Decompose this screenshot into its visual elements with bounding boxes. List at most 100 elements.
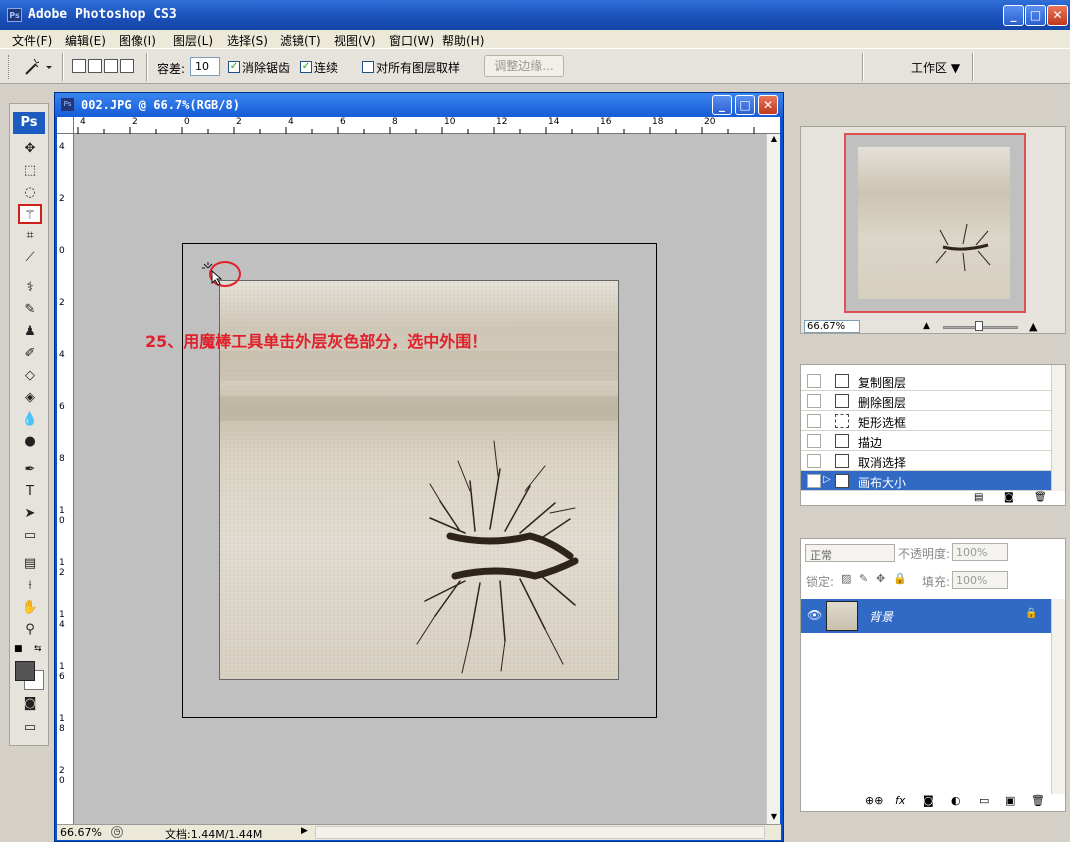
layer-name[interactable]: 背景 (869, 608, 893, 625)
menu-edit[interactable]: 编辑(E) (65, 32, 106, 49)
path-selection-icon[interactable]: ➤ (18, 504, 42, 524)
history-item[interactable]: 取消选择 (801, 451, 1051, 471)
lasso-tool-icon[interactable]: ◌ (18, 183, 42, 203)
move-tool-icon[interactable]: ✥ (18, 139, 42, 159)
status-menu-arrow-icon[interactable]: ▶ (301, 826, 308, 836)
toolbox-ps-logo[interactable]: Ps (13, 112, 45, 134)
link-layers-icon[interactable]: ⊕⊕ (865, 794, 883, 807)
layers-scrollbar[interactable] (1051, 599, 1065, 794)
history-snapshot-box[interactable] (807, 374, 821, 388)
horizontal-ruler[interactable]: 4 2 0 2 4 6 8 10 12 14 16 18 20 (74, 117, 780, 134)
menu-view[interactable]: 视图(V) (334, 32, 376, 49)
eye-visibility-icon[interactable]: 👁 (807, 608, 822, 622)
document-vertical-scrollbar[interactable]: ▲ ▼ (766, 134, 780, 824)
blend-mode-select[interactable]: 正常 (805, 544, 895, 562)
navigator-zoom-input[interactable]: 66.67% (804, 320, 860, 333)
lock-position-icon[interactable]: ✥ (876, 572, 885, 585)
healing-brush-icon[interactable]: ⚕ (18, 278, 42, 298)
delete-state-icon[interactable]: 🗑 (1034, 492, 1047, 503)
slice-tool-icon[interactable]: ⟋ (18, 248, 42, 268)
tolerance-input[interactable]: 10 (190, 57, 220, 76)
menu-select[interactable]: 选择(S) (227, 32, 268, 49)
tool-preset-picker[interactable] (20, 56, 54, 78)
status-zoom[interactable]: 66.67% (60, 826, 102, 839)
refine-edge-button[interactable]: 调整边缘... (484, 55, 564, 77)
new-group-icon[interactable]: ▭ (979, 794, 989, 807)
history-item[interactable]: 复制图层 (801, 371, 1051, 391)
history-brush-icon[interactable]: ✐ (18, 344, 42, 364)
scroll-up-icon[interactable]: ▲ (768, 134, 780, 146)
antialias-checkbox[interactable]: ✓ (228, 61, 240, 73)
new-layer-icon[interactable]: ▣ (1005, 794, 1015, 807)
doc-maximize-button[interactable]: □ (735, 95, 755, 115)
eyedropper-icon[interactable]: ⟊ (18, 576, 42, 596)
minimize-button[interactable]: _ (1003, 5, 1024, 26)
close-button[interactable]: ✕ (1047, 5, 1068, 26)
shape-tool-icon[interactable]: ▭ (18, 526, 42, 546)
history-state-slider-icon[interactable]: ▷ (823, 474, 831, 485)
type-tool-icon[interactable]: T (18, 482, 42, 502)
hand-tool-icon[interactable]: ✋ (18, 598, 42, 618)
contiguous-checkbox[interactable]: ✓ (300, 61, 312, 73)
history-snapshot-box[interactable] (807, 434, 821, 448)
menu-window[interactable]: 窗口(W) (389, 32, 434, 49)
new-snapshot-icon[interactable]: ◙ (1004, 492, 1014, 503)
ruler-origin[interactable] (57, 117, 74, 134)
workspace-menu[interactable]: 工作区 ▼ (911, 59, 960, 76)
status-clock-icon[interactable]: ◷ (111, 826, 123, 838)
lock-pixels-icon[interactable]: ✎ (859, 572, 868, 585)
history-snapshot-box[interactable] (807, 414, 821, 428)
brush-tool-icon[interactable]: ✎ (18, 300, 42, 320)
paint-bucket-icon[interactable]: ◈ (18, 388, 42, 408)
history-item-selected[interactable]: ▷ 画布大小 (801, 471, 1051, 491)
canvas-area[interactable]: 25、用魔棒工具单击外层灰色部分，选中外围！ (74, 134, 766, 824)
menu-image[interactable]: 图像(I) (119, 32, 156, 49)
history-item[interactable]: 矩形选框 (801, 411, 1051, 431)
pen-tool-icon[interactable]: ✒ (18, 460, 42, 480)
delete-layer-icon[interactable]: 🗑 (1031, 794, 1045, 807)
subtract-from-selection-icon[interactable] (104, 59, 118, 73)
history-snapshot-box[interactable] (807, 474, 821, 488)
blur-tool-icon[interactable]: 💧 (18, 410, 42, 430)
history-item[interactable]: 描边 (801, 431, 1051, 451)
sample-all-layers-checkbox[interactable] (362, 61, 374, 73)
menu-help[interactable]: 帮助(H) (442, 32, 484, 49)
doc-close-button[interactable]: ✕ (758, 95, 778, 115)
clone-stamp-icon[interactable]: ♟ (18, 322, 42, 342)
fill-input[interactable]: 100% (952, 571, 1008, 589)
doc-minimize-button[interactable]: _ (712, 95, 732, 115)
scroll-down-icon[interactable]: ▼ (768, 812, 780, 824)
screen-mode-icon[interactable]: ▭ (18, 718, 42, 738)
magic-wand-tool-icon[interactable]: ⚚ (18, 204, 42, 224)
document-titlebar[interactable]: Ps 002.JPG @ 66.7%(RGB/8) _ □ ✕ (55, 93, 783, 117)
maximize-button[interactable]: □ (1025, 5, 1046, 26)
new-document-from-state-icon[interactable]: ▤ (974, 492, 983, 503)
options-grip[interactable] (8, 55, 12, 79)
zoom-slider-handle[interactable] (975, 321, 983, 331)
lock-transparency-icon[interactable]: ▨ (841, 572, 851, 585)
navigator-view-box[interactable] (844, 133, 1026, 313)
document-horizontal-scrollbar[interactable] (315, 826, 765, 839)
intersect-selection-icon[interactable] (120, 59, 134, 73)
new-selection-icon[interactable] (72, 59, 86, 73)
quick-mask-icon[interactable]: ◙ (18, 694, 42, 714)
dodge-tool-icon[interactable]: ● (18, 432, 42, 452)
foreground-color-swatch[interactable] (15, 661, 35, 681)
add-to-selection-icon[interactable] (88, 59, 102, 73)
history-snapshot-box[interactable] (807, 394, 821, 408)
notes-tool-icon[interactable]: ▤ (18, 554, 42, 574)
lock-all-icon[interactable]: 🔒 (893, 572, 907, 585)
crop-tool-icon[interactable]: ⌗ (18, 226, 42, 246)
layer-row-background[interactable]: 👁 背景 🔒 (801, 599, 1051, 633)
layer-style-icon[interactable]: fx (895, 794, 905, 807)
history-scrollbar[interactable] (1051, 365, 1065, 491)
zoom-tool-icon[interactable]: ⚲ (18, 620, 42, 640)
layer-mask-icon[interactable]: ◙ (923, 794, 934, 807)
zoom-in-icon[interactable]: ▲ (1029, 320, 1037, 333)
menu-file[interactable]: 文件(F) (12, 32, 52, 49)
opacity-input[interactable]: 100% (952, 543, 1008, 561)
adjustment-layer-icon[interactable]: ◐ (951, 794, 961, 807)
swap-colors-icon[interactable]: ⇆ (34, 644, 46, 654)
menu-filter[interactable]: 滤镜(T) (280, 32, 321, 49)
vertical-ruler[interactable]: 4 2 0 2 4 6 8 10 12 14 16 18 20 (57, 134, 74, 824)
